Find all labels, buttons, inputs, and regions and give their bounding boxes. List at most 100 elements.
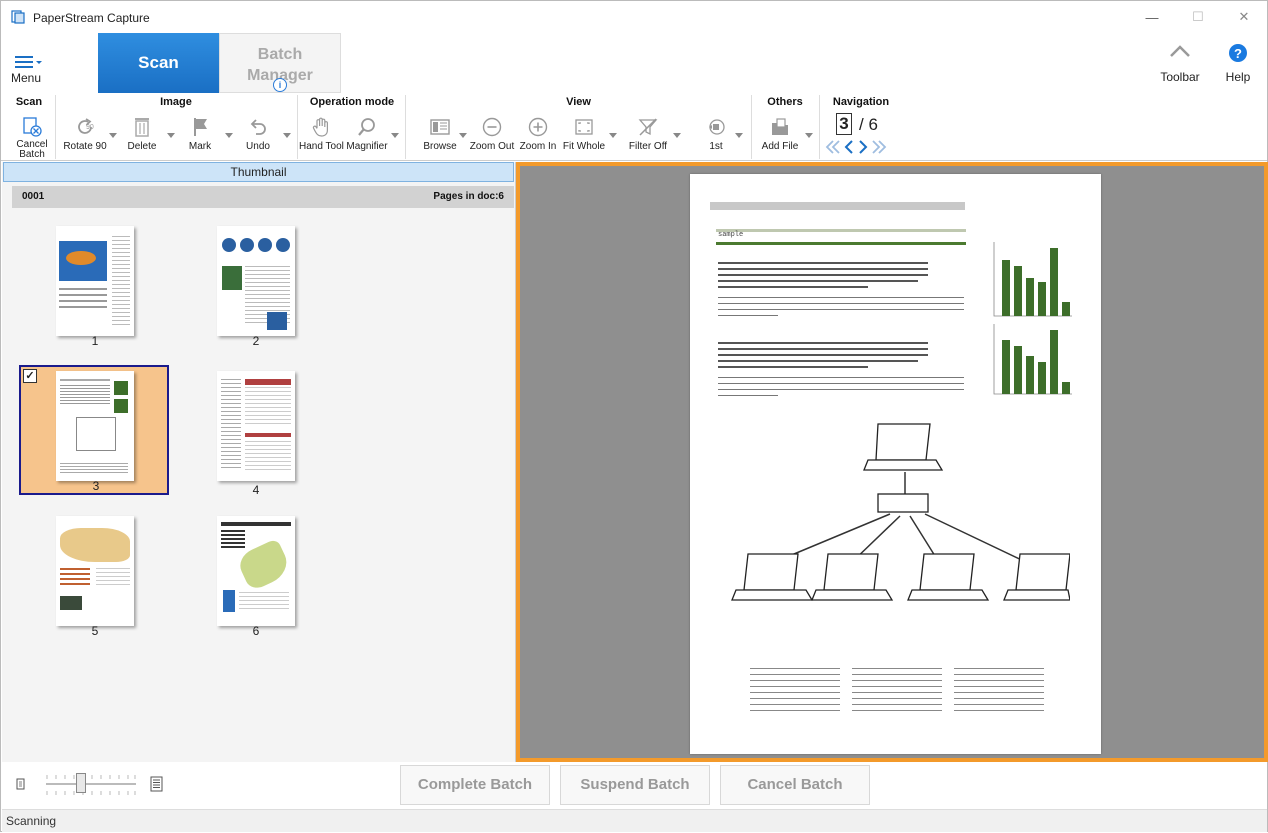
thumbnail-number: 2 bbox=[252, 334, 260, 348]
thumbnail-number: 6 bbox=[252, 624, 260, 638]
separator bbox=[819, 95, 820, 159]
thumbnail-page-4[interactable]: 4 bbox=[181, 365, 331, 497]
zoom-in-icon bbox=[528, 117, 548, 137]
add-file-dropdown-arrow[interactable] bbox=[805, 133, 813, 138]
thumbnail-number: 1 bbox=[91, 334, 99, 348]
separator bbox=[297, 95, 298, 159]
zoom-out-tool[interactable]: Zoom Out bbox=[469, 115, 515, 152]
rotate-dropdown-arrow[interactable] bbox=[109, 133, 117, 138]
filter-off-dropdown-arrow[interactable] bbox=[673, 133, 681, 138]
menu-button[interactable]: Menu bbox=[9, 53, 47, 87]
thumbnail-checkbox[interactable]: ✓ bbox=[23, 369, 37, 383]
browse-dropdown-arrow[interactable] bbox=[459, 133, 467, 138]
thumbnail-page-6[interactable]: 6 bbox=[181, 510, 331, 640]
zoom-in-tool[interactable]: Zoom In bbox=[517, 115, 559, 152]
thumbnail-number: 3 bbox=[92, 479, 100, 493]
add-file-tool[interactable]: Add File bbox=[759, 115, 801, 152]
separator bbox=[55, 95, 56, 159]
rotate-90-label: Rotate 90 bbox=[63, 141, 107, 152]
thumbnail-page-5[interactable]: 5 bbox=[20, 510, 170, 640]
large-page-icon[interactable] bbox=[150, 776, 164, 792]
fit-whole-dropdown-arrow[interactable] bbox=[609, 133, 617, 138]
complete-batch-button[interactable]: Complete Batch bbox=[400, 765, 550, 805]
minimize-button[interactable]: — bbox=[1137, 7, 1167, 27]
document-bar[interactable]: 0001 Pages in doc:6 bbox=[12, 186, 514, 208]
add-file-icon bbox=[772, 118, 788, 135]
first-page-dropdown-arrow[interactable] bbox=[735, 133, 743, 138]
fit-whole-tool[interactable]: Fit Whole bbox=[561, 115, 607, 152]
status-bar: Scanning bbox=[2, 809, 1267, 832]
small-page-icon[interactable] bbox=[16, 778, 26, 790]
group-navigation-title: Navigation bbox=[832, 96, 890, 108]
flag-icon bbox=[194, 118, 207, 136]
chevron-up-icon bbox=[1170, 45, 1190, 57]
thumbnail-image bbox=[56, 371, 134, 481]
separator bbox=[751, 95, 752, 159]
next-page-arrow-icon[interactable] bbox=[857, 139, 869, 155]
magnifier-dropdown-arrow[interactable] bbox=[391, 133, 399, 138]
trash-icon bbox=[135, 118, 149, 137]
page-sample-label: sample bbox=[718, 231, 744, 239]
toolbar-toggle-button[interactable]: Toolbar bbox=[1157, 43, 1203, 84]
thumbnail-header: Thumbnail bbox=[3, 162, 514, 182]
filter-off-icon bbox=[638, 118, 658, 136]
filter-off-label: Filter Off bbox=[628, 141, 668, 152]
maximize-button[interactable]: ☐ bbox=[1183, 7, 1213, 27]
title-bar: PaperStream Capture — ☐ ✕ bbox=[1, 1, 1267, 33]
cancel-batch-tool[interactable]: Cancel Batch bbox=[11, 115, 53, 160]
previous-page-arrow-icon[interactable] bbox=[843, 139, 855, 155]
zoom-out-icon bbox=[482, 117, 502, 137]
help-button[interactable]: ? Help bbox=[1223, 43, 1253, 84]
navigation-arrows bbox=[825, 139, 887, 155]
tab-batch-manager[interactable]: Batch Manager i bbox=[219, 33, 341, 93]
toolbar-label: Toolbar bbox=[1160, 70, 1200, 84]
svg-text:?: ? bbox=[1234, 46, 1242, 61]
page-network-diagram bbox=[731, 423, 1070, 601]
bottom-action-bar: Complete Batch Suspend Batch Cancel Batc… bbox=[2, 762, 1267, 808]
browse-label: Browse bbox=[423, 141, 457, 152]
last-page-arrow-icon[interactable] bbox=[871, 139, 887, 155]
info-icon: i bbox=[273, 78, 287, 92]
tab-scan[interactable]: Scan bbox=[98, 33, 219, 93]
delete-dropdown-arrow[interactable] bbox=[167, 133, 175, 138]
delete-tool[interactable]: Delete bbox=[121, 115, 163, 152]
first-page-arrow-icon[interactable] bbox=[825, 139, 841, 155]
thumbnail-image bbox=[217, 226, 295, 336]
window-title: PaperStream Capture bbox=[33, 11, 150, 25]
undo-dropdown-arrow[interactable] bbox=[283, 133, 291, 138]
fit-whole-icon bbox=[575, 119, 593, 135]
undo-icon bbox=[250, 119, 266, 135]
thumbnail-page-2[interactable]: 2 bbox=[181, 220, 331, 350]
zoom-out-label: Zoom Out bbox=[469, 141, 515, 152]
slider-knob[interactable] bbox=[76, 773, 86, 793]
mark-dropdown-arrow[interactable] bbox=[225, 133, 233, 138]
thumbnail-page-1[interactable]: 1 bbox=[20, 220, 170, 350]
group-others-title: Others bbox=[767, 96, 803, 108]
filter-off-tool[interactable]: Filter Off bbox=[625, 115, 671, 152]
thumbnail-number: 4 bbox=[252, 483, 260, 497]
page-bar-charts bbox=[993, 242, 1072, 395]
scanned-page-preview: sample bbox=[690, 174, 1101, 754]
page-number-input[interactable]: 3 bbox=[836, 113, 852, 135]
close-button[interactable]: ✕ bbox=[1229, 7, 1259, 27]
magnifier-icon bbox=[358, 118, 375, 136]
mark-label: Mark bbox=[188, 141, 212, 152]
thumbnail-page-3[interactable]: ✓ 3 bbox=[19, 365, 169, 495]
hand-tool[interactable]: Hand Tool bbox=[299, 115, 344, 152]
mark-tool[interactable]: Mark bbox=[179, 115, 221, 152]
help-icon: ? bbox=[1229, 44, 1247, 62]
page-viewer[interactable]: sample bbox=[516, 162, 1268, 762]
rotate-90-tool[interactable]: 90 Rotate 90 bbox=[61, 115, 109, 152]
first-page-tool[interactable]: 1st bbox=[697, 115, 735, 152]
cancel-batch-button[interactable]: Cancel Batch bbox=[720, 765, 870, 805]
app-window: PaperStream Capture — ☐ ✕ Menu Scan Batc… bbox=[0, 0, 1268, 832]
suspend-batch-button[interactable]: Suspend Batch bbox=[560, 765, 710, 805]
magnifier-label: Magnifier bbox=[346, 141, 388, 152]
magnifier-tool[interactable]: Magnifier bbox=[345, 115, 389, 152]
undo-tool[interactable]: Undo bbox=[237, 115, 279, 152]
slider-ticks bbox=[46, 775, 136, 795]
thumbnail-image bbox=[56, 226, 134, 336]
page-text-column bbox=[954, 668, 1044, 712]
browse-tool[interactable]: Browse bbox=[419, 115, 461, 152]
delete-label: Delete bbox=[127, 141, 157, 152]
